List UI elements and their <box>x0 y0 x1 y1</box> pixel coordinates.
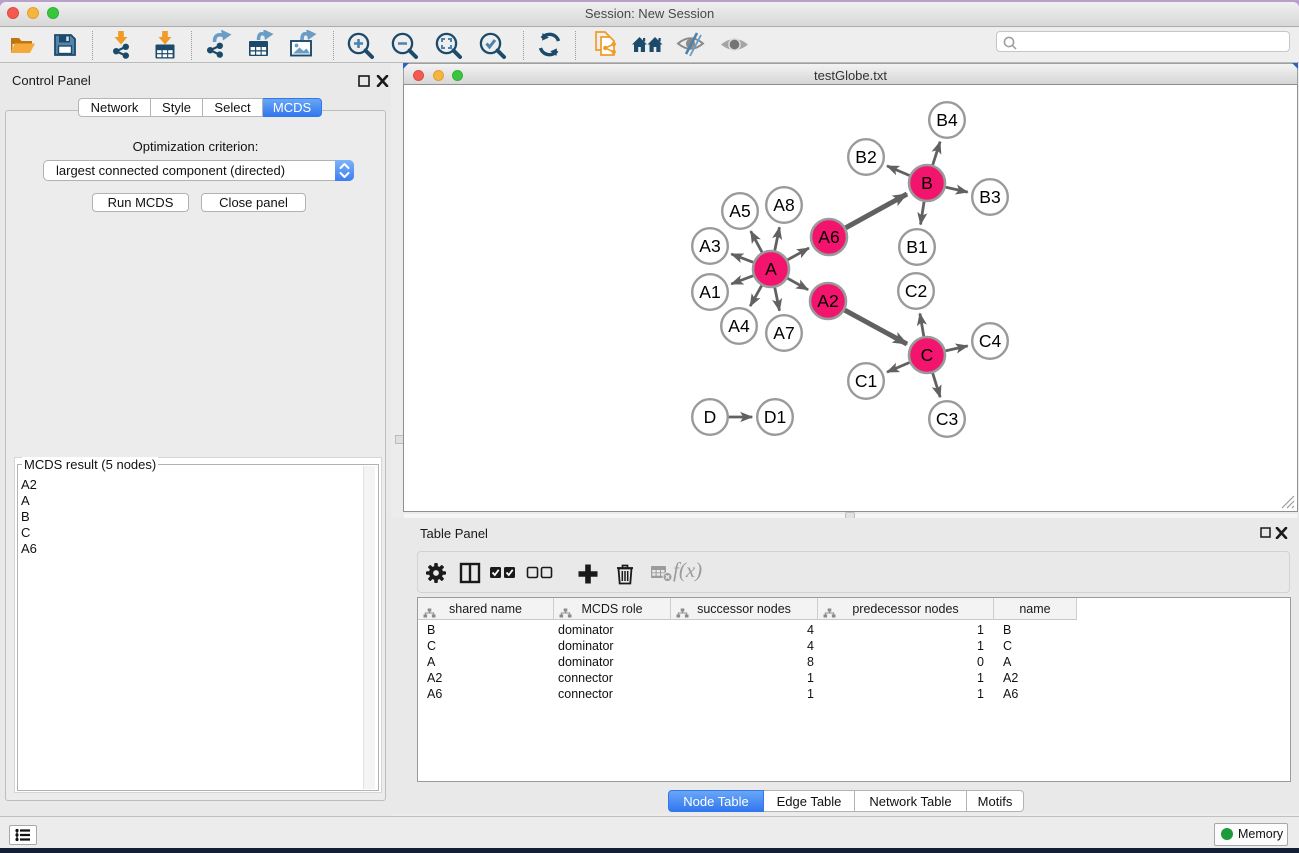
svg-text:B: B <box>921 173 933 193</box>
svg-text:A7: A7 <box>773 323 794 343</box>
svg-text:B1: B1 <box>906 237 927 257</box>
svg-text:C2: C2 <box>905 281 927 301</box>
svg-text:A6: A6 <box>818 227 839 247</box>
svg-text:A1: A1 <box>699 282 720 302</box>
svg-text:C3: C3 <box>936 409 958 429</box>
svg-text:A8: A8 <box>773 195 794 215</box>
svg-text:A: A <box>765 259 777 279</box>
svg-text:A2: A2 <box>817 291 838 311</box>
svg-text:D1: D1 <box>764 407 786 427</box>
svg-text:B4: B4 <box>936 110 958 130</box>
svg-text:A3: A3 <box>699 236 720 256</box>
svg-text:D: D <box>704 407 717 427</box>
svg-text:B2: B2 <box>855 147 876 167</box>
svg-text:A5: A5 <box>729 201 750 221</box>
svg-text:A4: A4 <box>728 316 750 336</box>
svg-text:B3: B3 <box>979 187 1000 207</box>
svg-text:C: C <box>921 345 934 365</box>
svg-text:C4: C4 <box>979 331 1002 351</box>
svg-text:C1: C1 <box>855 371 877 391</box>
